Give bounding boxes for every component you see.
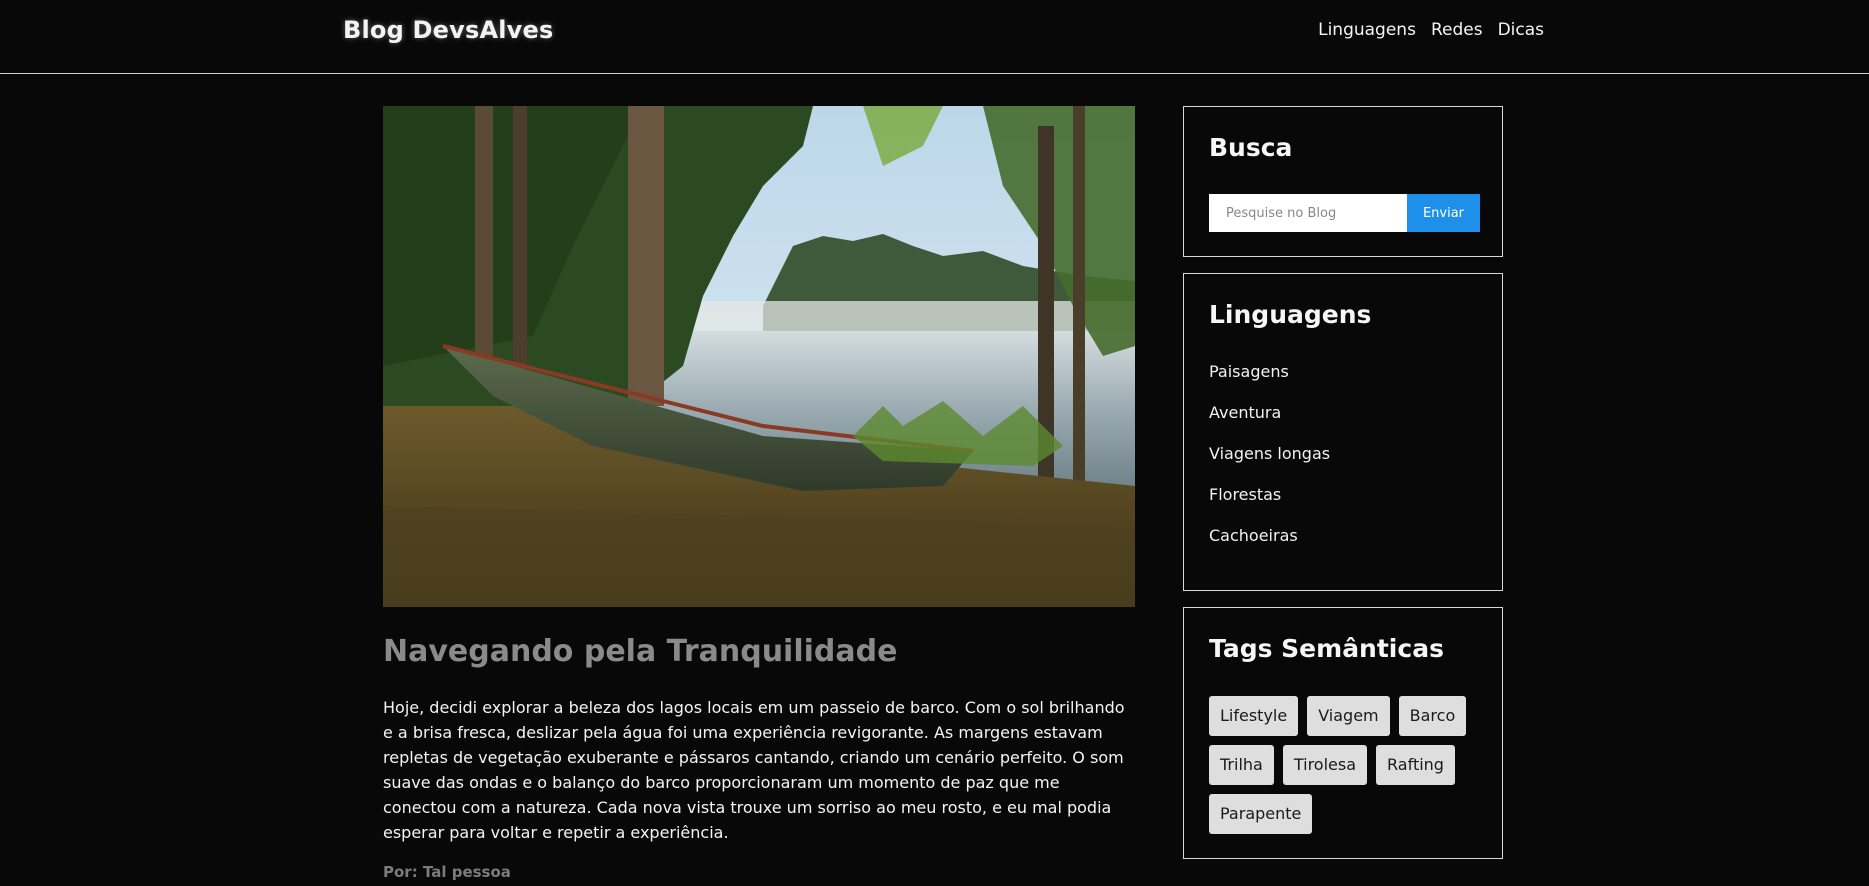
tag-viagem[interactable]: Viagem (1307, 696, 1390, 736)
post-body: Hoje, decidi explorar a beleza dos lagos… (383, 698, 1125, 842)
search-submit-button[interactable]: Enviar (1407, 194, 1480, 232)
languages-panel: Linguagens Paisagens Aventura Viagens lo… (1183, 273, 1503, 591)
languages-item-viagens-longas[interactable]: Viagens longas (1209, 444, 1330, 485)
tag-parapente[interactable]: Parapente (1209, 794, 1313, 834)
languages-item-paisagens[interactable]: Paisagens (1209, 362, 1330, 403)
tag-trilha[interactable]: Trilha (1209, 745, 1274, 785)
site-header: Blog DevsAlves Linguagens Redes Dicas (0, 0, 1869, 74)
search-input[interactable] (1209, 194, 1407, 232)
nav-link-redes[interactable]: Redes (1431, 20, 1483, 40)
languages-list: Paisagens Aventura Viagens longas Flores… (1209, 362, 1330, 567)
search-panel-title: Busca (1209, 133, 1293, 162)
languages-item-aventura[interactable]: Aventura (1209, 403, 1330, 444)
search-panel: Busca Enviar (1183, 106, 1503, 257)
tags-panel: Tags Semânticas Lifestyle Viagem Barco T… (1183, 607, 1503, 859)
post-author: Por: Tal pessoa (383, 863, 511, 881)
languages-panel-title: Linguagens (1209, 300, 1372, 329)
post-hero-image (383, 106, 1135, 607)
languages-item-cachoeiras[interactable]: Cachoeiras (1209, 526, 1330, 567)
brand-logo[interactable]: Blog DevsAlves (343, 16, 553, 44)
nav-link-linguagens[interactable]: Linguagens (1318, 20, 1416, 40)
tag-barco[interactable]: Barco (1398, 696, 1467, 736)
tag-cloud: Lifestyle Viagem Barco Trilha Tirolesa R… (1209, 696, 1489, 834)
top-nav: Linguagens Redes Dicas (1318, 20, 1544, 40)
nav-link-dicas[interactable]: Dicas (1498, 20, 1544, 40)
tag-tirolesa[interactable]: Tirolesa (1282, 745, 1368, 785)
post-title: Navegando pela Tranquilidade (383, 634, 898, 669)
tag-lifestyle[interactable]: Lifestyle (1209, 696, 1299, 736)
tags-panel-title: Tags Semânticas (1209, 634, 1444, 663)
tag-rafting[interactable]: Rafting (1376, 745, 1455, 785)
languages-item-florestas[interactable]: Florestas (1209, 485, 1330, 526)
